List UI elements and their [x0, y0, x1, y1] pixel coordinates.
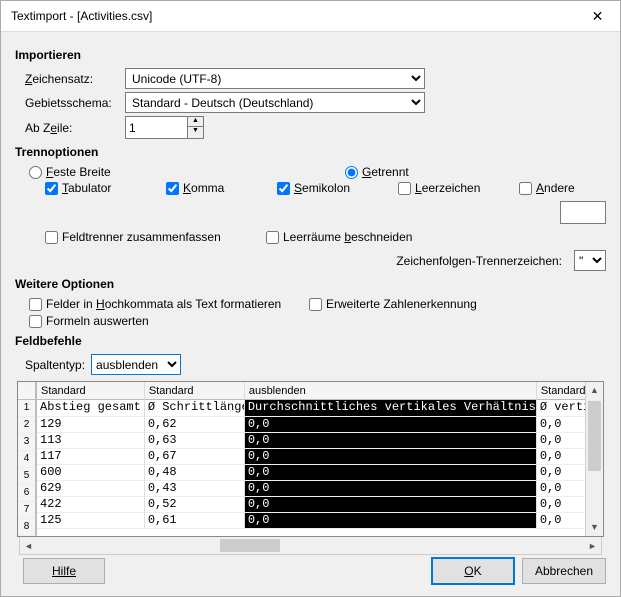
ok-button[interactable]: OK [432, 558, 514, 584]
cell[interactable]: 0,52 [145, 497, 245, 513]
string-delim-select[interactable]: " [574, 250, 606, 271]
cell[interactable]: 0,62 [145, 417, 245, 433]
horizontal-scrollbar[interactable]: ◄ ► [19, 537, 602, 555]
cell[interactable]: 0,0 [245, 433, 537, 449]
cell[interactable]: Abstieg gesamt [37, 400, 145, 417]
cell[interactable]: 0,0 [245, 497, 537, 513]
radio-separated-label: Getrennt [362, 165, 409, 179]
cell[interactable]: 0,0 [245, 465, 537, 481]
chk-quoted-text-label: Felder in Hochkommata als Text formatier… [46, 297, 281, 311]
radio-fixed-width[interactable] [29, 166, 42, 179]
cell[interactable]: 125 [37, 513, 145, 529]
chk-trim[interactable] [266, 231, 279, 244]
cell[interactable]: Ø Schrittlänge [145, 400, 245, 417]
chk-quoted-text[interactable] [29, 298, 42, 311]
other-delim-input[interactable] [560, 201, 606, 224]
cell[interactable]: 0,0 [245, 449, 537, 465]
cell[interactable]: 0,61 [145, 513, 245, 529]
chk-enhanced-num[interactable] [309, 298, 322, 311]
chk-trim-label: Leerräume beschneiden [283, 230, 412, 244]
cell[interactable]: 629 [37, 481, 145, 497]
chk-comma-label: Komma [183, 181, 224, 195]
row-number: 8 [18, 519, 36, 536]
row-number: 2 [18, 417, 36, 434]
cell[interactable]: 0,0 [245, 513, 537, 529]
vscroll-thumb[interactable] [588, 401, 601, 471]
cell[interactable]: 117 [37, 449, 145, 465]
cell[interactable]: 0,0 [245, 481, 537, 497]
coltype-select[interactable]: ausblenden [91, 354, 181, 375]
cell[interactable]: 600 [37, 465, 145, 481]
cell[interactable]: 422 [37, 497, 145, 513]
chk-other[interactable] [519, 182, 532, 195]
cell[interactable]: 0,63 [145, 433, 245, 449]
chk-semicolon-label: Semikolon [294, 181, 350, 195]
cell[interactable]: 0,67 [145, 449, 245, 465]
hscroll-thumb[interactable] [220, 539, 280, 552]
chk-eval-formulas[interactable] [29, 315, 42, 328]
column-header[interactable]: ausblenden [245, 382, 537, 400]
section-other: Weitere Optionen [15, 277, 606, 291]
string-delim-label: Zeichenfolgen-Trennerzeichen: [396, 254, 562, 268]
row-number: 4 [18, 451, 36, 468]
window-title: Textimport - [Activities.csv] [11, 9, 152, 23]
chk-tab-label: Tabulator [62, 181, 111, 195]
from-row-input[interactable] [125, 116, 188, 139]
row-number: 5 [18, 468, 36, 485]
coltype-label: Spaltentyp: [25, 358, 85, 372]
chk-space-label: Leerzeichen [415, 181, 480, 195]
cell[interactable]: 0,48 [145, 465, 245, 481]
chk-other-label: Andere [536, 181, 575, 195]
cell[interactable]: 129 [37, 417, 145, 433]
spinner-buttons[interactable]: ▲▼ [188, 116, 204, 139]
titlebar: Textimport - [Activities.csv] ✕ [1, 1, 620, 32]
cell[interactable]: 113 [37, 433, 145, 449]
locale-label: Gebietsschema: [25, 96, 125, 110]
close-icon[interactable]: ✕ [575, 1, 620, 31]
charset-select[interactable]: Unicode (UTF-8) [125, 68, 425, 89]
dialog-textimport: Textimport - [Activities.csv] ✕ Importie… [0, 0, 621, 597]
cell[interactable]: Durchschnittliches vertikales Verhältnis [245, 400, 537, 417]
column-header[interactable]: Standard [37, 382, 145, 400]
chk-semicolon[interactable] [277, 182, 290, 195]
row-number: 7 [18, 502, 36, 519]
help-button[interactable]: Hilfe [23, 558, 105, 584]
cell[interactable]: 0,0 [245, 417, 537, 433]
row-number: 6 [18, 485, 36, 502]
chk-tab[interactable] [45, 182, 58, 195]
scroll-left-icon[interactable]: ◄ [20, 541, 37, 551]
section-fields: Feldbefehle [15, 334, 606, 348]
from-row-label: Ab Zeile: [25, 121, 125, 135]
chk-eval-formulas-label: Formeln auswerten [46, 314, 149, 328]
scroll-down-icon[interactable]: ▼ [586, 519, 603, 536]
scroll-right-icon[interactable]: ► [584, 541, 601, 551]
cell[interactable]: 0,43 [145, 481, 245, 497]
preview-grid[interactable]: 12345678StandardAbstieg gesamt1291131176… [17, 381, 604, 537]
radio-fixed-label: Feste Breite [46, 165, 111, 179]
row-number: 3 [18, 434, 36, 451]
row-number: 1 [18, 400, 36, 417]
cancel-button[interactable]: Abbrechen [522, 558, 606, 584]
chk-merge[interactable] [45, 231, 58, 244]
vertical-scrollbar[interactable]: ▲▼ [585, 382, 603, 536]
section-sep: Trennoptionen [15, 145, 606, 159]
radio-separated[interactable] [345, 166, 358, 179]
locale-select[interactable]: Standard - Deutsch (Deutschland) [125, 92, 425, 113]
charset-label: Zeichensatz: [25, 72, 125, 86]
chk-space[interactable] [398, 182, 411, 195]
scroll-up-icon[interactable]: ▲ [586, 382, 603, 399]
chk-comma[interactable] [166, 182, 179, 195]
column-header[interactable]: Standard [145, 382, 245, 400]
section-import: Importieren [15, 48, 606, 62]
chk-merge-label: Feldtrenner zusammenfassen [62, 230, 221, 244]
chk-enhanced-num-label: Erweiterte Zahlenerkennung [326, 297, 477, 311]
